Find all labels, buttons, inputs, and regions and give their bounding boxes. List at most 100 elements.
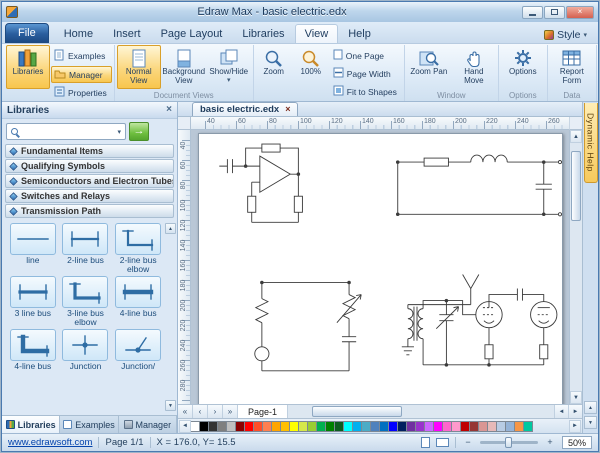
document-close-icon[interactable]: × — [285, 105, 290, 114]
symbol-4-line-bus[interactable]: 4-line bus — [8, 329, 58, 380]
report-form-button[interactable]: Report Form — [550, 45, 594, 89]
libraries-button[interactable]: Libraries — [6, 45, 50, 89]
ruler-number: 180 — [180, 279, 187, 292]
scroll-down-button[interactable]: ▼ — [165, 400, 176, 411]
maximize-icon — [551, 9, 558, 15]
tab-libraries[interactable]: Libraries — [232, 24, 294, 43]
ruler-number: 120 — [331, 118, 343, 125]
category-semiconductors-and-electron-tubes[interactable]: Semiconductors and Electron Tubes — [5, 174, 174, 188]
symbol-preview — [115, 329, 161, 361]
one-page-button[interactable]: One Page — [330, 47, 402, 64]
symbol-junction[interactable]: Junction/ — [113, 329, 163, 380]
fit-width-icon[interactable] — [436, 438, 449, 447]
search-go-button[interactable]: → — [129, 122, 149, 141]
last-page-button[interactable]: » — [223, 405, 238, 418]
page-width-button[interactable]: Page Width — [330, 65, 402, 82]
vertical-scroll-track[interactable] — [570, 143, 582, 391]
maximize-button[interactable] — [544, 6, 565, 19]
document-tab[interactable]: basic electric.edx × — [192, 102, 298, 116]
tab-insert[interactable]: Insert — [103, 24, 151, 43]
tab-home[interactable]: Home — [54, 24, 103, 43]
library-search-combo[interactable]: ▾ — [6, 123, 126, 140]
symbol-2-line-bus-elbow[interactable]: 2-line bus elbow — [113, 223, 163, 274]
drawing-viewport[interactable] — [191, 130, 569, 404]
scroll-right-arrow[interactable]: ► — [568, 405, 582, 418]
ribbon: Libraries Examples Manager Properties — [2, 44, 598, 102]
scroll-down-arrow[interactable]: ▼ — [570, 391, 582, 404]
previous-page-button[interactable]: ‹ — [193, 405, 208, 418]
page-tab[interactable]: Page-1 — [238, 405, 288, 418]
file-tab[interactable]: File — [5, 23, 49, 43]
ruler-number: 240 — [517, 118, 529, 125]
panel-tab-examples[interactable]: Examples — [60, 416, 118, 433]
rail-down-button[interactable]: ▼ — [584, 416, 597, 429]
properties-button[interactable]: Properties — [51, 84, 112, 101]
panel-close-icon[interactable]: × — [166, 105, 172, 115]
style-button[interactable]: Style ▾ — [536, 27, 595, 43]
zoom-100-icon — [301, 48, 320, 68]
zoom-level[interactable]: 50% — [562, 436, 592, 449]
fit-page-icon[interactable] — [421, 437, 430, 448]
panel-tab-manager[interactable]: Manager — [119, 416, 177, 433]
hand-move-button[interactable]: Hand Move — [452, 45, 496, 89]
minimize-button[interactable] — [522, 6, 543, 19]
tab-page-layout[interactable]: Page Layout — [151, 24, 233, 43]
zoom-in-button[interactable]: + — [544, 437, 556, 449]
zoom-out-button[interactable]: − — [462, 437, 474, 449]
symbol-3-line-bus[interactable]: 3 line bus — [8, 276, 58, 327]
website-link[interactable]: www.edrawsoft.com — [8, 437, 92, 448]
fit-to-shapes-button[interactable]: Fit to Shapes — [330, 83, 402, 100]
options-button[interactable]: Options — [501, 45, 545, 89]
category-transmission-path[interactable]: Transmission Path — [5, 204, 174, 218]
horizontal-scroll-track[interactable] — [288, 405, 554, 418]
manager-button[interactable]: Manager — [51, 66, 112, 83]
zoom-100-button[interactable]: 100% — [293, 45, 329, 89]
category-fundamental-items[interactable]: Fundamental Items — [5, 144, 174, 158]
scroll-up-button[interactable]: ▲ — [165, 223, 176, 234]
scroll-left-arrow[interactable]: ◄ — [554, 405, 568, 418]
vertical-scrollbar[interactable]: ▲ ▼ — [569, 130, 582, 404]
symbol-2-line-bus[interactable]: 2-line bus — [61, 223, 111, 274]
titlebar: Edraw Max - basic electric.edx × — [2, 2, 598, 22]
next-page-button[interactable]: › — [208, 405, 223, 418]
examples-button[interactable]: Examples — [51, 47, 112, 65]
zoom-pan-label: Zoom Pan — [410, 68, 447, 77]
examples-icon — [54, 49, 65, 63]
scroll-up-arrow[interactable]: ▲ — [570, 130, 582, 143]
tab-help[interactable]: Help — [338, 24, 381, 43]
show-hide-label: Show/Hide — [209, 68, 248, 77]
background-view-button[interactable]: Background View — [162, 45, 206, 89]
drawing-page[interactable] — [198, 133, 563, 404]
palette-right-arrow[interactable]: ► — [569, 420, 581, 433]
manager-label: Manager — [69, 70, 103, 80]
symbol-junction[interactable]: Junction — [61, 329, 111, 380]
symbol-3-line-bus-elbow[interactable]: 3-line bus elbow — [61, 276, 111, 327]
zoom-button[interactable]: Zoom — [256, 45, 292, 89]
show-hide-button[interactable]: Show/Hide ▾ — [207, 45, 251, 89]
category-qualifying-symbols[interactable]: Qualifying Symbols — [5, 159, 174, 173]
one-page-icon — [333, 49, 343, 62]
symbol-4-line-bus[interactable]: 4-line bus — [113, 276, 163, 327]
ruler-number: 220 — [180, 319, 187, 332]
zoom-slider[interactable] — [480, 441, 538, 444]
zoom-pan-button[interactable]: Zoom Pan — [407, 45, 451, 89]
symbol-preview — [62, 223, 108, 255]
palette-left-arrow[interactable]: ◄ — [179, 420, 191, 433]
normal-view-button[interactable]: Normal View — [117, 45, 161, 89]
ruler-number: 220 — [486, 118, 498, 125]
panel-tab-libraries[interactable]: Libraries — [2, 416, 60, 433]
vertical-scroll-thumb[interactable] — [571, 151, 581, 221]
category-switches-and-relays[interactable]: Switches and Relays — [5, 189, 174, 203]
horizontal-scroll-thumb[interactable] — [312, 406, 402, 417]
zoom-slider-thumb[interactable] — [505, 437, 512, 448]
dynamic-help-tab[interactable]: Dynamic Help — [584, 103, 598, 183]
close-button[interactable]: × — [566, 6, 594, 19]
color-swatch[interactable] — [523, 421, 533, 432]
rail-up-button[interactable]: ▲ — [584, 401, 597, 414]
ruler-row: 406080100120140160180200220240260 — [178, 117, 582, 130]
sidebar-bottom-tabs: LibrariesExamplesManager — [2, 415, 177, 433]
symbol-line[interactable]: line — [8, 223, 58, 274]
chevron-down-icon: ▾ — [583, 31, 587, 39]
first-page-button[interactable]: « — [178, 405, 193, 418]
tab-view[interactable]: View — [295, 24, 339, 43]
